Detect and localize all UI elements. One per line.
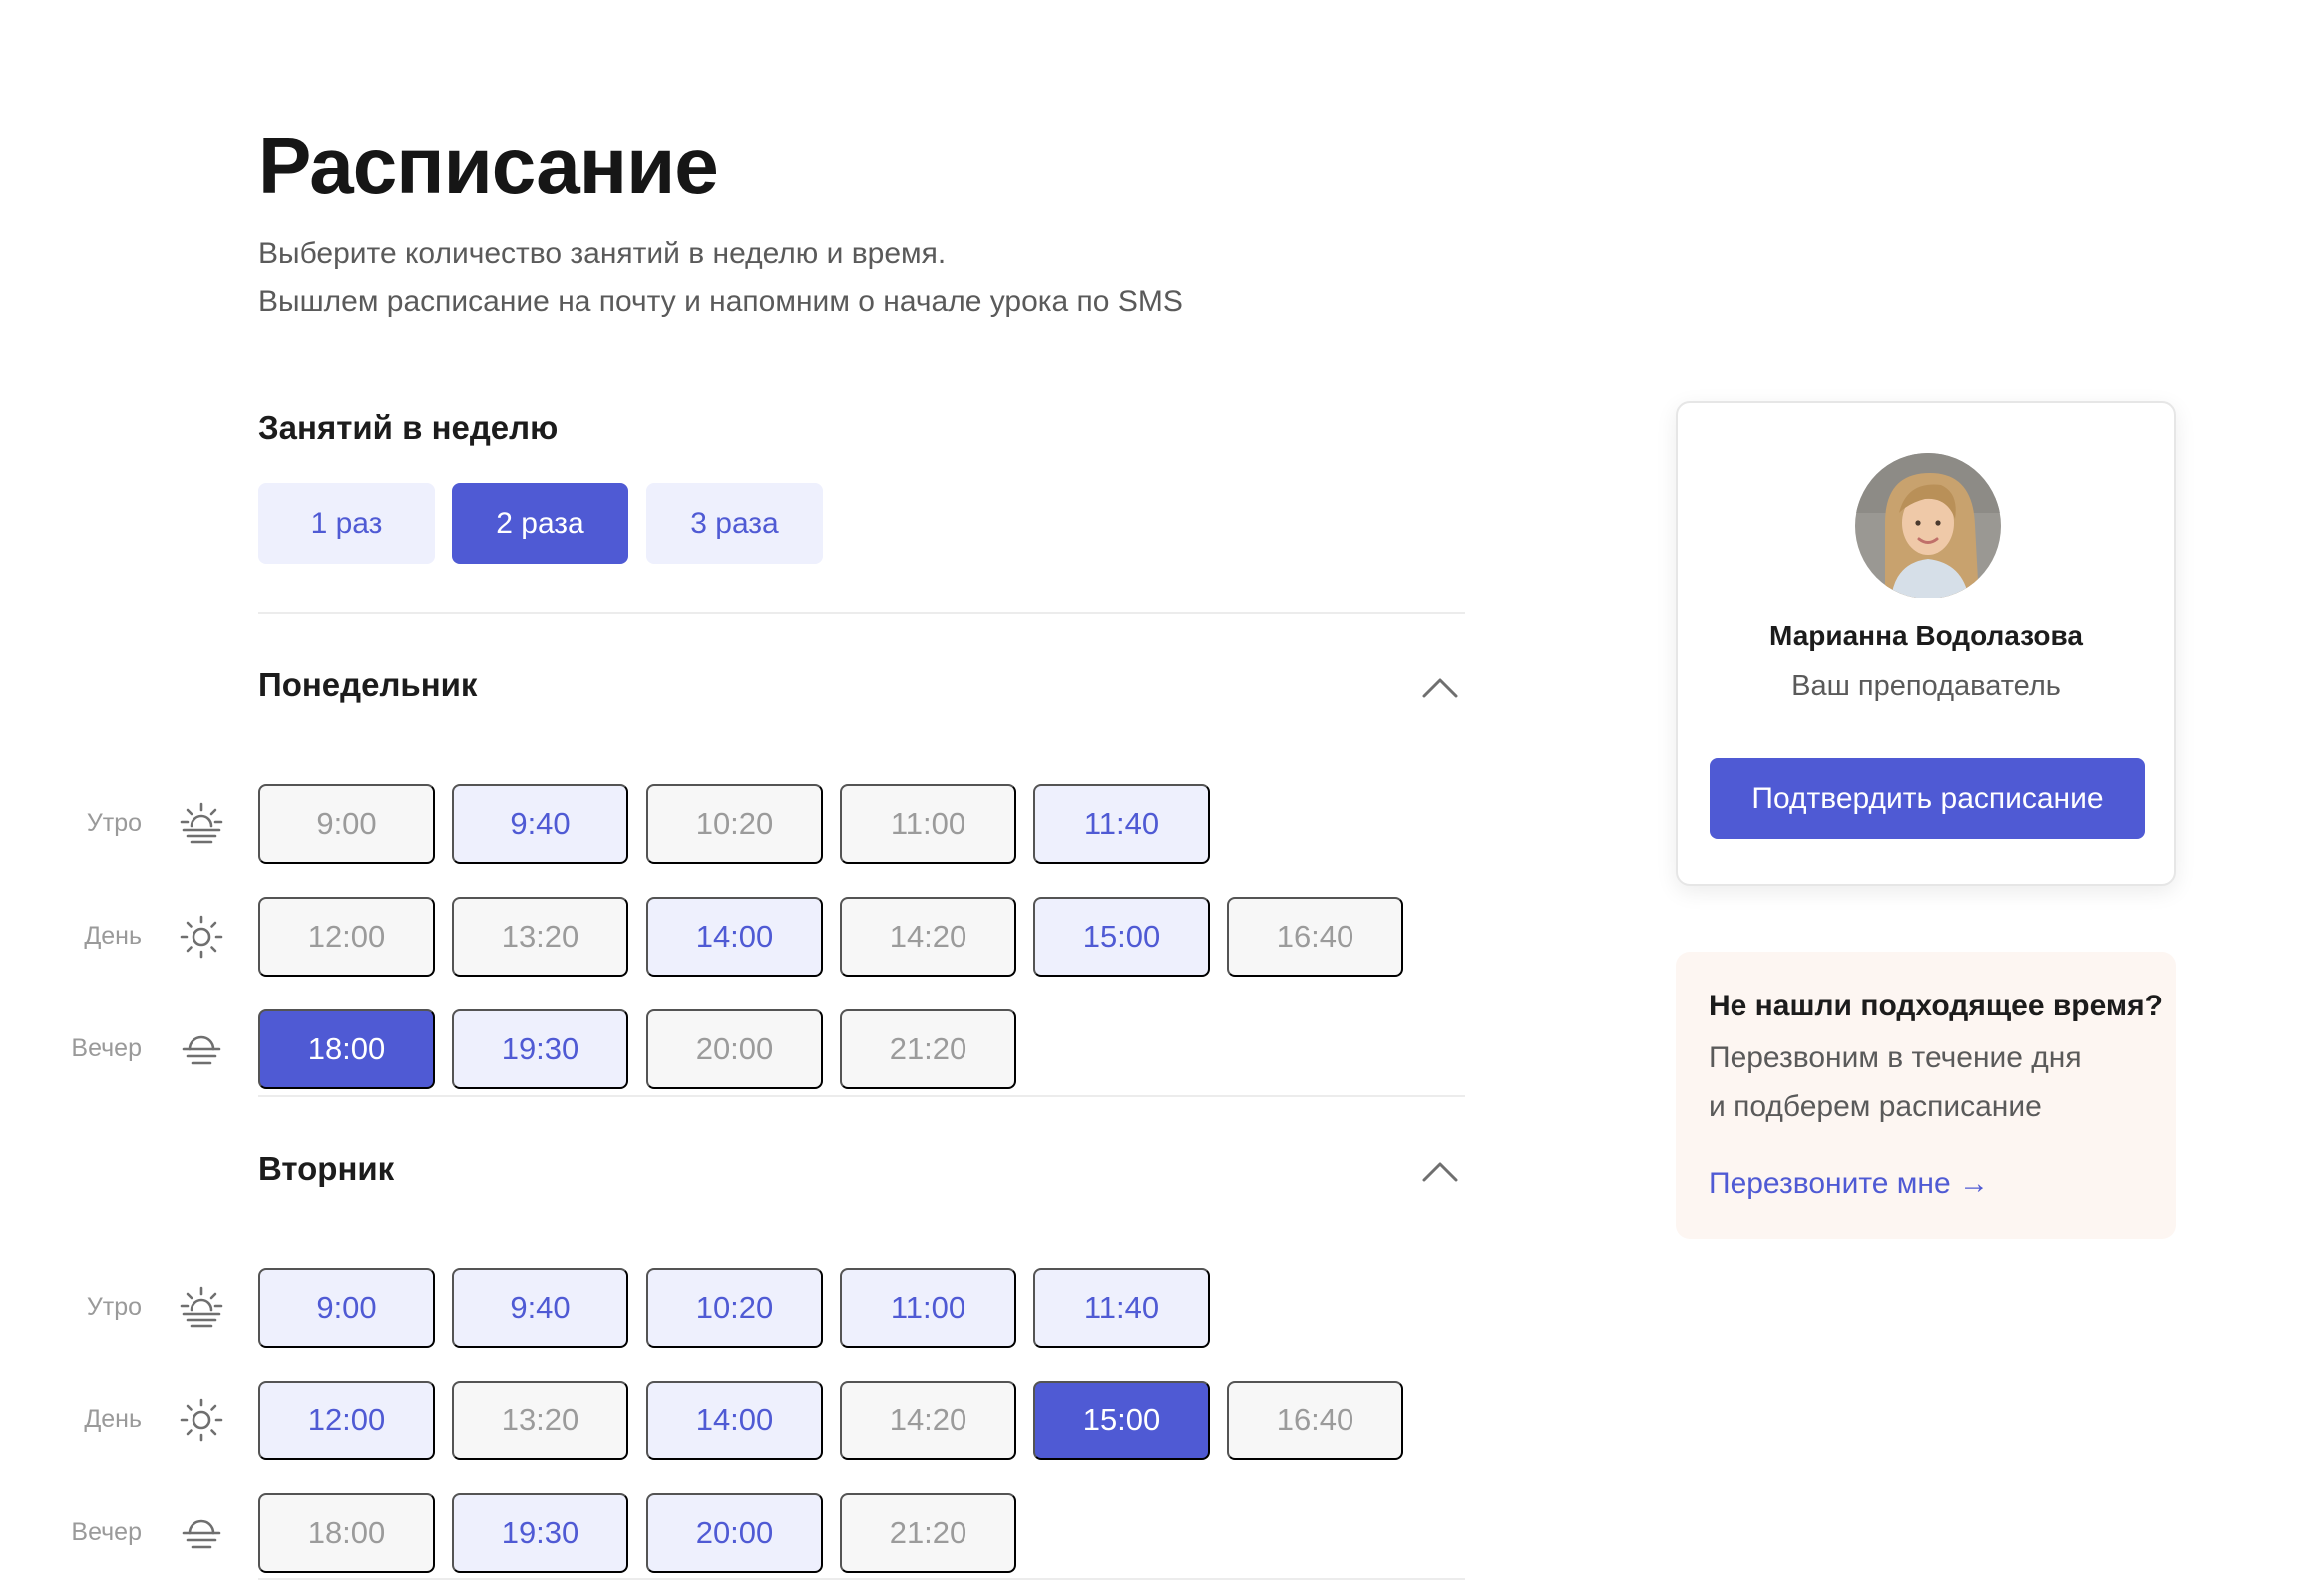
callback-line: Перезвоним в течение дня [1709,1041,2082,1074]
subtitle-line: Вышлем расписание на почту и напомним о … [258,285,1183,318]
divider [258,1578,1465,1580]
time-slot[interactable]: 14:00 [646,1381,823,1460]
callback-card: Не нашли подходящее время? Перезвоним в … [1676,952,2176,1239]
time-slot[interactable]: 21:20 [840,1493,1016,1573]
time-slot[interactable]: 14:20 [840,1381,1016,1460]
time-slot[interactable]: 18:00 [258,1009,435,1089]
day-title: Вторник [258,1150,395,1187]
period-label-evening: Вечер [71,1518,142,1546]
teacher-avatar [1855,453,2001,598]
chevron-up-icon[interactable] [1420,676,1460,700]
frequency-title: Занятий в неделю [258,409,559,446]
sunrise-icon [178,1284,225,1332]
frequency-option-2[interactable]: 2 раза [452,483,628,564]
time-slot[interactable]: 12:00 [258,897,435,977]
confirm-schedule-button[interactable]: Подтвердить расписание [1710,758,2145,839]
callback-link[interactable]: Перезвоните мне → [1709,1167,1989,1201]
time-slot[interactable]: 11:00 [840,1268,1016,1348]
time-slot[interactable]: 16:40 [1227,897,1403,977]
time-slot[interactable]: 14:20 [840,897,1016,977]
time-slot[interactable]: 10:20 [646,784,823,864]
sunrise-icon [178,800,225,848]
frequency-option-1[interactable]: 1 раз [258,483,435,564]
period-label-evening: Вечер [71,1034,142,1062]
time-slot[interactable]: 9:00 [258,1268,435,1348]
time-slot[interactable]: 13:20 [452,1381,628,1460]
time-slot[interactable]: 9:00 [258,784,435,864]
page-subtitle: Выберите количество занятий в неделю и в… [258,230,1183,326]
chevron-up-icon[interactable] [1420,1160,1460,1184]
page-title: Расписание [258,121,719,209]
subtitle-line: Выберите количество занятий в неделю и в… [258,237,947,270]
sun-icon [178,1396,225,1444]
frequency-option-3[interactable]: 3 раза [646,483,823,564]
period-label-morning: Утро [86,1293,142,1321]
teacher-card: Марианна Водолазова Ваш преподаватель По… [1676,401,2176,886]
teacher-name: Марианна Водолазова [1769,620,2083,651]
time-slot[interactable]: 15:00 [1033,1381,1210,1460]
time-slot[interactable]: 20:00 [646,1009,823,1089]
time-slot[interactable]: 11:40 [1033,1268,1210,1348]
time-slot[interactable]: 21:20 [840,1009,1016,1089]
time-slot[interactable]: 12:00 [258,1381,435,1460]
time-slot[interactable]: 20:00 [646,1493,823,1573]
time-slot[interactable]: 18:00 [258,1493,435,1573]
time-slot[interactable]: 14:00 [646,897,823,977]
time-slot[interactable]: 9:40 [452,784,628,864]
callback-text: Перезвоним в течение дня и подберем расп… [1709,1033,2082,1131]
time-slot[interactable]: 19:30 [452,1009,628,1089]
time-slot[interactable]: 10:20 [646,1268,823,1348]
period-label-morning: Утро [86,809,142,837]
time-slot[interactable]: 16:40 [1227,1381,1403,1460]
period-label-day: День [84,922,142,950]
time-slot[interactable]: 13:20 [452,897,628,977]
sun-icon [178,913,225,961]
teacher-role: Ваш преподаватель [1791,670,2061,702]
divider [258,612,1465,614]
sunset-icon [178,1509,225,1557]
time-slot[interactable]: 9:40 [452,1268,628,1348]
callback-title: Не нашли подходящее время? [1709,990,2163,1022]
time-slot[interactable]: 19:30 [452,1493,628,1573]
divider [258,1095,1465,1097]
sunset-icon [178,1025,225,1073]
time-slot[interactable]: 15:00 [1033,897,1210,977]
time-slot[interactable]: 11:00 [840,784,1016,864]
time-slot[interactable]: 11:40 [1033,784,1210,864]
day-title: Понедельник [258,666,478,703]
callback-line: и подберем расписание [1709,1090,2042,1123]
period-label-day: День [84,1405,142,1433]
